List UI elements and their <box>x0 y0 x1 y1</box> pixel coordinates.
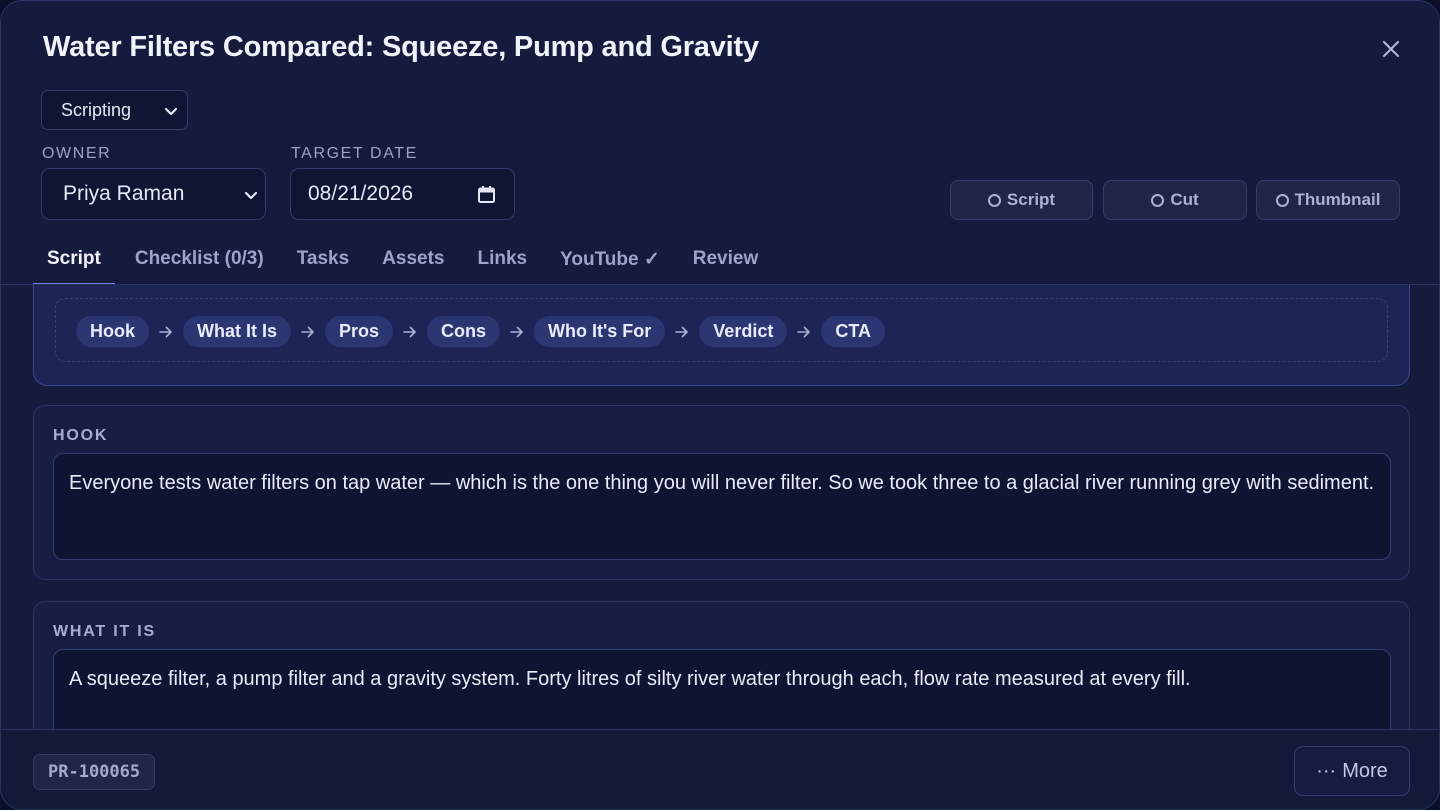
deliverable-cut-toggle[interactable]: Cut <box>1103 180 1247 220</box>
close-icon <box>1382 40 1400 58</box>
ellipsis-icon: ··· <box>1316 759 1337 782</box>
deliverable-thumbnail-toggle[interactable]: Thumbnail <box>1256 180 1400 220</box>
chevron-down-icon <box>164 107 178 116</box>
arrow-right-icon <box>787 326 821 338</box>
project-dialog: Water Filters Compared: Squeeze, Pump an… <box>0 0 1440 810</box>
tab-youtube[interactable]: YouTube ✓ <box>560 237 660 285</box>
arrow-right-icon <box>500 326 534 338</box>
arrow-right-icon <box>149 326 183 338</box>
arrow-right-icon <box>665 326 699 338</box>
flow-chip-pros[interactable]: Pros <box>325 316 394 347</box>
tab-script[interactable]: Script <box>33 237 115 285</box>
status-select[interactable]: Scripting <box>41 90 188 130</box>
tab-checklist[interactable]: Checklist (0/3) <box>135 237 264 285</box>
tab-bar: Script Checklist (0/3) Tasks Assets Link… <box>33 237 791 285</box>
circle-icon <box>987 193 1001 207</box>
dialog-title: Water Filters Compared: Squeeze, Pump an… <box>43 31 759 63</box>
section-label: HOOK <box>53 427 109 444</box>
more-button-label: More <box>1342 759 1388 782</box>
circle-icon <box>1275 193 1289 207</box>
close-button[interactable] <box>1373 31 1409 67</box>
owner-label: OWNER <box>42 145 112 162</box>
section-label: WHAT IT IS <box>53 623 157 640</box>
owner-select[interactable]: Priya Raman <box>41 168 266 220</box>
circle-icon <box>1151 193 1165 207</box>
flow-chip-what-it-is[interactable]: What It Is <box>183 316 291 347</box>
deliverable-label: Cut <box>1170 190 1199 209</box>
chevron-down-icon <box>244 191 258 200</box>
calendar-icon[interactable] <box>477 185 496 204</box>
flow-chip-verdict[interactable]: Verdict <box>699 316 788 347</box>
target-date-value: 08/21/2026 <box>308 182 414 205</box>
dialog-footer: PR-100065 ··· More <box>1 729 1439 809</box>
deliverable-label: Script <box>1006 190 1056 209</box>
arrow-right-icon <box>393 326 427 338</box>
tab-tasks[interactable]: Tasks <box>297 237 349 285</box>
target-date-input[interactable]: 08/21/2026 <box>290 168 515 220</box>
tab-links[interactable]: Links <box>477 237 527 285</box>
tab-review[interactable]: Review <box>693 237 758 285</box>
flow-chip-hook[interactable]: Hook <box>76 316 149 347</box>
script-structure-card: Hook What It Is Pros Cons Who It's For V… <box>33 285 1410 386</box>
flow-chip-cons[interactable]: Cons <box>427 316 501 347</box>
structure-flow-row: Hook What It Is Pros Cons Who It's For V… <box>76 316 885 347</box>
project-ref-badge: PR-100065 <box>33 754 156 790</box>
flow-chip-cta[interactable]: CTA <box>821 316 885 347</box>
structure-flow: Hook What It Is Pros Cons Who It's For V… <box>55 298 1388 362</box>
flow-chip-who-its-for[interactable]: Who It's For <box>534 316 666 347</box>
script-section-hook: HOOK Everyone tests water filters on tap… <box>33 405 1410 580</box>
status-select-value: Scripting <box>61 99 132 120</box>
owner-select-value: Priya Raman <box>63 182 185 205</box>
hook-textarea[interactable]: Everyone tests water filters on tap wate… <box>53 453 1391 560</box>
arrow-right-icon <box>291 326 325 338</box>
deliverable-script-toggle[interactable]: Script <box>950 180 1093 220</box>
deliverable-label: Thumbnail <box>1294 190 1381 209</box>
more-button[interactable]: ··· More <box>1294 746 1410 796</box>
tab-assets[interactable]: Assets <box>382 237 444 285</box>
target-date-label: TARGET DATE <box>291 145 418 162</box>
